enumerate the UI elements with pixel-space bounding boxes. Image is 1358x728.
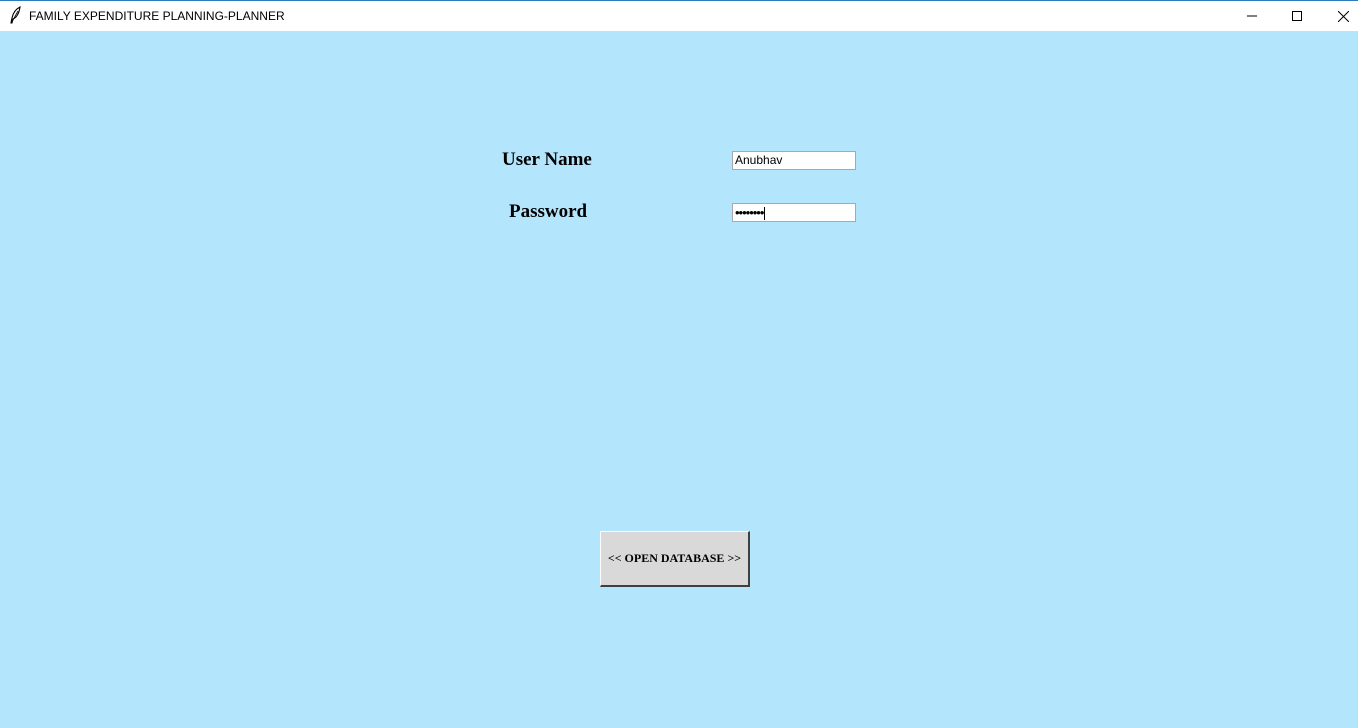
login-panel: User Name Anubhav Password •••••••• << O… [0,31,1358,728]
username-value: Anubhav [735,153,783,167]
window-title: FAMILY EXPENDITURE PLANNING-PLANNER [29,9,285,23]
password-label: Password [509,201,588,222]
password-input[interactable]: •••••••• [732,203,856,222]
title-bar[interactable]: FAMILY EXPENDITURE PLANNING-PLANNER [0,0,1358,31]
close-icon [1337,10,1349,22]
feather-icon [9,6,23,24]
open-database-label: << OPEN DATABASE >> [607,551,742,565]
password-value: •••••••• [735,205,764,220]
maximize-icon [1292,11,1302,21]
username-input[interactable]: Anubhav [732,151,856,170]
minimize-icon [1247,11,1257,21]
username-label: User Name [502,149,592,170]
text-caret [764,207,766,221]
minimize-button[interactable] [1229,1,1275,31]
open-database-button[interactable]: << OPEN DATABASE >> [600,531,750,587]
maximize-button[interactable] [1274,1,1320,31]
close-button[interactable] [1320,1,1358,31]
